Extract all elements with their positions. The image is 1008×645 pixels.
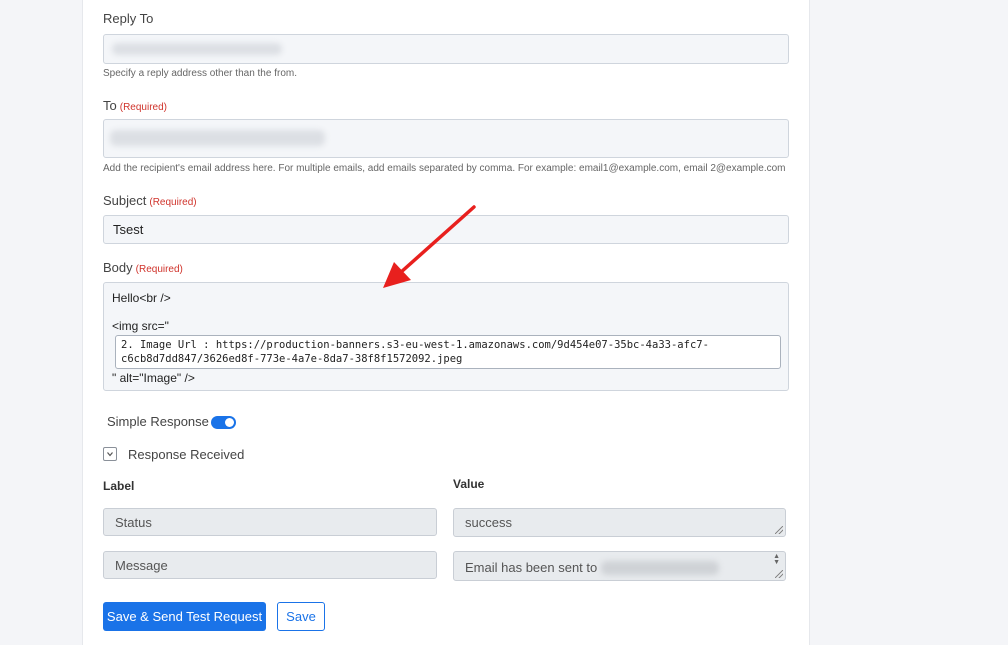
toggle-knob (225, 418, 234, 427)
required-tag: (Required) (135, 264, 183, 275)
body-line-2: <img src=" (112, 319, 169, 333)
response-label-field[interactable]: Message (103, 551, 437, 579)
annotation-arrow-icon (383, 205, 476, 288)
body-label-wrap: Body (Required) (103, 259, 183, 277)
response-received-collapse[interactable] (103, 447, 117, 461)
token-text-2: c6cb8d7dd847/3626ed8f-773e-4a7e-8da7-38f… (121, 353, 463, 365)
reply-to-input[interactable] (103, 34, 789, 64)
reply-to-hint: Specify a reply address other than the f… (103, 68, 297, 79)
value-column-header: Value (453, 477, 485, 491)
subject-label-wrap: Subject (Required) (103, 192, 197, 210)
to-hint: Add the recipient's email address here. … (103, 163, 786, 174)
label-column-header: Label (103, 479, 135, 493)
save-and-send-test-button[interactable]: Save & Send Test Request (103, 602, 266, 631)
body-line-1: Hello<br /> (112, 291, 171, 305)
required-tag: (Required) (119, 102, 167, 113)
to-input[interactable] (103, 119, 789, 158)
body-line-3: " alt="Image" /> (112, 371, 195, 385)
response-value-field[interactable]: Email has been sent to ▲ ▼ (453, 551, 786, 581)
spinner-arrows-icon[interactable]: ▲ ▼ (773, 553, 780, 566)
redacted-value (601, 561, 719, 575)
response-received-label: Response Received (128, 447, 245, 462)
image-url-token[interactable]: 2. Image Url : https://production-banner… (115, 335, 781, 369)
simple-response-label: Simple Response (107, 414, 209, 429)
redacted-value (112, 43, 282, 55)
chevron-down-icon (107, 452, 113, 457)
reply-to-label: Reply To (103, 11, 154, 26)
body-label: Body (103, 260, 133, 275)
simple-response-toggle[interactable] (211, 416, 236, 429)
redacted-value (110, 130, 325, 146)
response-value-text: success (465, 515, 512, 530)
resize-grip-icon[interactable] (775, 570, 783, 578)
required-tag: (Required) (149, 197, 197, 208)
response-value-field[interactable]: success (453, 508, 786, 537)
resize-grip-icon[interactable] (775, 526, 783, 534)
response-value-text: Email has been sent to (465, 560, 598, 575)
to-label: To (103, 98, 117, 113)
token-text-1: 2. Image Url : https://production-banner… (121, 339, 709, 351)
response-label-field[interactable]: Status (103, 508, 437, 536)
to-label-wrap: To (Required) (103, 97, 167, 115)
save-button[interactable]: Save (277, 602, 325, 631)
subject-label: Subject (103, 193, 147, 208)
